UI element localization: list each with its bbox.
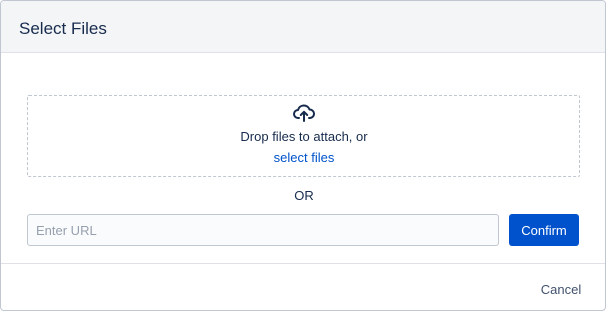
dialog-header: Select Files [1, 1, 605, 53]
select-files-link[interactable]: select files [274, 150, 335, 165]
confirm-button[interactable]: Confirm [509, 214, 579, 246]
cancel-button[interactable]: Cancel [531, 279, 591, 299]
dropzone-instructions: Drop files to attach, or [240, 129, 368, 144]
or-separator: OR [294, 188, 314, 203]
url-input[interactable] [27, 214, 499, 246]
cloud-upload-icon [293, 104, 315, 122]
dialog-title: Select Files [19, 19, 107, 38]
footer-divider [1, 263, 605, 264]
select-files-dialog: Select Files Drop files to attach, or se… [0, 0, 606, 311]
